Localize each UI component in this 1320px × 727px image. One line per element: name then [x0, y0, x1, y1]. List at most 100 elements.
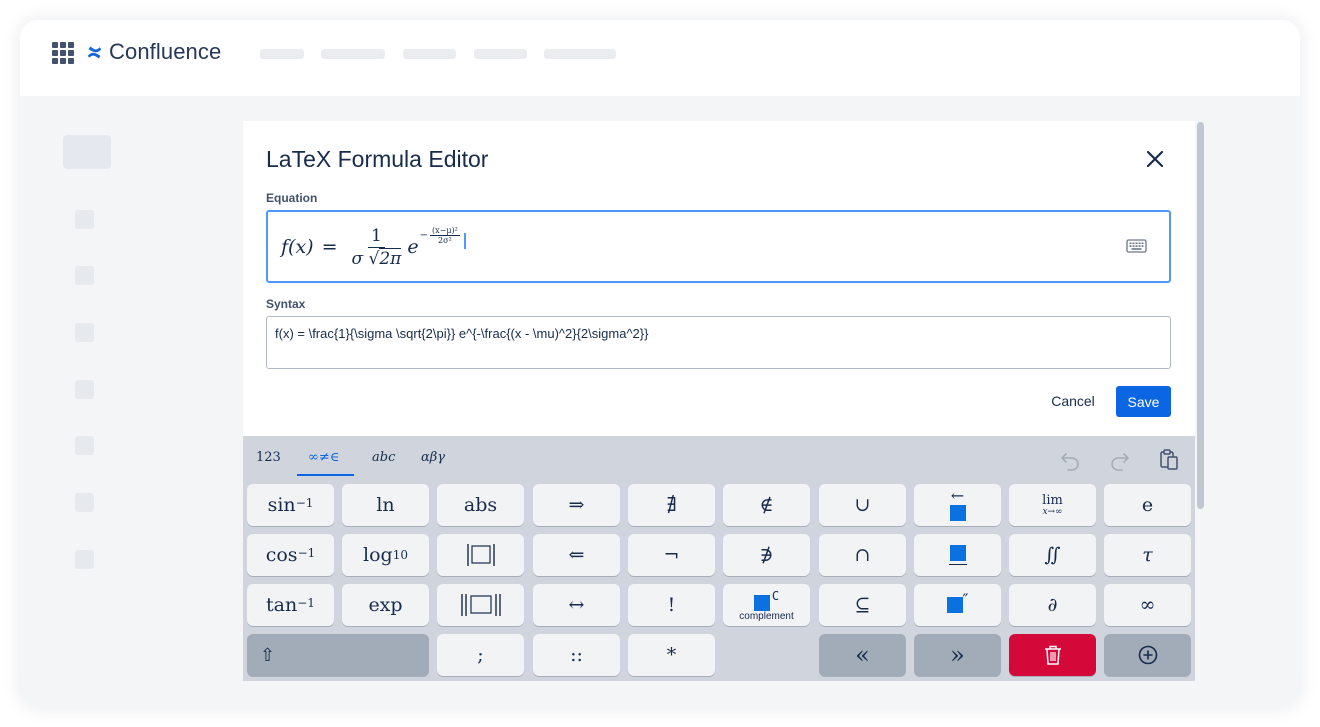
tab-symbols[interactable]: ∞≠∈ [308, 450, 339, 475]
key-abs[interactable]: abs [437, 484, 524, 526]
key-superscript: C [771, 588, 780, 603]
nav-item-placeholder[interactable] [544, 49, 616, 59]
key-arctan[interactable]: tan −1 [247, 584, 334, 626]
key-not-contains[interactable]: ∌ [723, 534, 810, 576]
sidebar-item-placeholder[interactable] [75, 493, 94, 512]
formula-equals: = [321, 236, 338, 258]
key-exp[interactable]: exp [342, 584, 429, 626]
key-infinity[interactable]: ∞ [1104, 584, 1191, 626]
save-button[interactable]: Save [1116, 386, 1171, 417]
key-semicolon[interactable]: ; [437, 634, 524, 676]
tab-alphabetic[interactable]: abc [372, 450, 395, 475]
key-euler[interactable]: e [1104, 484, 1191, 526]
key-superscript: ″ [962, 589, 969, 609]
key-not[interactable]: ¬ [628, 534, 715, 576]
key-subscript: 10 [392, 548, 408, 562]
delete-key[interactable] [1009, 634, 1096, 676]
key-vector-arrow[interactable]: ← [914, 484, 1001, 526]
key-asterisk[interactable]: * [628, 634, 715, 676]
sidebar-item-placeholder[interactable] [75, 380, 94, 399]
keyboard-icon[interactable] [1126, 238, 1147, 254]
key-underline[interactable] [914, 534, 1001, 576]
sidebar [20, 96, 152, 707]
sidebar-header-placeholder[interactable] [63, 135, 111, 169]
redo-icon[interactable] [1108, 448, 1132, 472]
add-key[interactable] [1104, 634, 1191, 676]
key-superscript: −1 [295, 496, 314, 510]
key-limit[interactable]: lim x→∞ [1009, 484, 1096, 526]
active-tab-indicator [297, 474, 354, 476]
tab-numeric[interactable]: 123 [256, 450, 281, 475]
key-arccos[interactable]: cos −1 [247, 534, 334, 576]
dialog-scrollbar[interactable] [1197, 122, 1204, 509]
cancel-button[interactable]: Cancel [1038, 386, 1108, 416]
sidebar-item-placeholder[interactable] [75, 266, 94, 285]
nav-item-placeholder[interactable] [260, 49, 304, 59]
formula-sqrt-arg: 2π [379, 247, 402, 269]
placeholder-square-icon [949, 504, 966, 521]
app-switcher-icon[interactable] [52, 42, 74, 64]
placeholder-square-icon [753, 594, 770, 611]
top-navigation: Confluence [20, 20, 1300, 96]
formula-fraction: 1 σ √2π [352, 226, 402, 269]
rendered-formula[interactable]: f(x) = 1 σ √2π e − (x−μ)² 2σ² [281, 222, 466, 272]
key-union[interactable]: ∪ [819, 484, 906, 526]
key-ln[interactable]: ln [342, 484, 429, 526]
equation-field[interactable]: f(x) = 1 σ √2π e − (x−μ)² 2σ² [266, 210, 1171, 283]
app-window: Confluence LaTeX Formula Editor Equation… [20, 20, 1300, 707]
abs-placeholder-icon [466, 544, 495, 566]
key-absolute-value[interactable] [437, 534, 524, 576]
key-superscript: −1 [297, 596, 315, 610]
sidebar-item-placeholder[interactable] [75, 550, 94, 569]
plus-circle-icon [1138, 645, 1157, 665]
move-right-key[interactable]: » [914, 634, 1001, 676]
syntax-label: Syntax [266, 297, 306, 311]
key-subscript: x→∞ [1042, 506, 1063, 517]
shift-key[interactable]: ⇧ [247, 634, 429, 676]
confluence-mark-icon [87, 46, 102, 58]
sidebar-item-placeholder[interactable] [75, 436, 94, 455]
formula-exponent-minus: − [419, 229, 428, 241]
key-intersection[interactable]: ∩ [819, 534, 906, 576]
syntax-input[interactable]: f(x) = \frac{1}{\sigma \sqrt{2\pi}} e^{-… [266, 316, 1171, 369]
formula-numerator: 1 [368, 226, 385, 248]
key-label: cos [265, 544, 298, 566]
key-superscript: −1 [297, 546, 316, 560]
key-label: tan [266, 594, 298, 616]
move-left-key[interactable]: « [819, 634, 906, 676]
formula-exponent: − (x−μ)² 2σ² [420, 226, 462, 245]
nav-item-placeholder[interactable] [403, 49, 456, 59]
key-factorial[interactable]: ! [628, 584, 715, 626]
key-label: sin [267, 494, 296, 516]
key-not-exists[interactable]: ∄ [628, 484, 715, 526]
close-icon[interactable] [1144, 148, 1166, 170]
sidebar-item-placeholder[interactable] [75, 323, 94, 342]
formula-exponent-denominator: 2σ² [438, 235, 452, 245]
key-implied-by[interactable]: ⇐ [533, 534, 620, 576]
key-not-in[interactable]: ∉ [723, 484, 810, 526]
sidebar-item-placeholder[interactable] [75, 210, 94, 229]
nav-item-placeholder[interactable] [474, 49, 527, 59]
tab-greek[interactable]: αβγ [421, 450, 445, 475]
key-partial[interactable]: ∂ [1009, 584, 1096, 626]
key-iff[interactable]: ↔ [533, 584, 620, 626]
key-label: log [363, 544, 393, 566]
confluence-logo[interactable]: Confluence [86, 39, 221, 65]
formula-sqrt-symbol: √ [368, 248, 380, 269]
key-arcsin[interactable]: sin −1 [247, 484, 334, 526]
key-complement[interactable]: C complement [723, 584, 810, 626]
key-double-prime[interactable]: ″ [914, 584, 1001, 626]
key-implies[interactable]: ⇒ [533, 484, 620, 526]
key-arrow-glyph: ← [950, 485, 965, 505]
key-double-colon[interactable]: :: [533, 634, 620, 676]
clipboard-icon[interactable] [1157, 448, 1181, 472]
nav-item-placeholder[interactable] [321, 49, 385, 59]
key-norm[interactable] [437, 584, 524, 626]
key-log10[interactable]: log 10 [342, 534, 429, 576]
key-double-integral[interactable]: ∬ [1009, 534, 1096, 576]
formula-base: e [407, 236, 419, 258]
key-subseteq[interactable]: ⊆ [819, 584, 906, 626]
undo-icon[interactable] [1058, 448, 1082, 472]
key-tau[interactable]: τ [1104, 534, 1191, 576]
underline-bar [948, 563, 967, 566]
